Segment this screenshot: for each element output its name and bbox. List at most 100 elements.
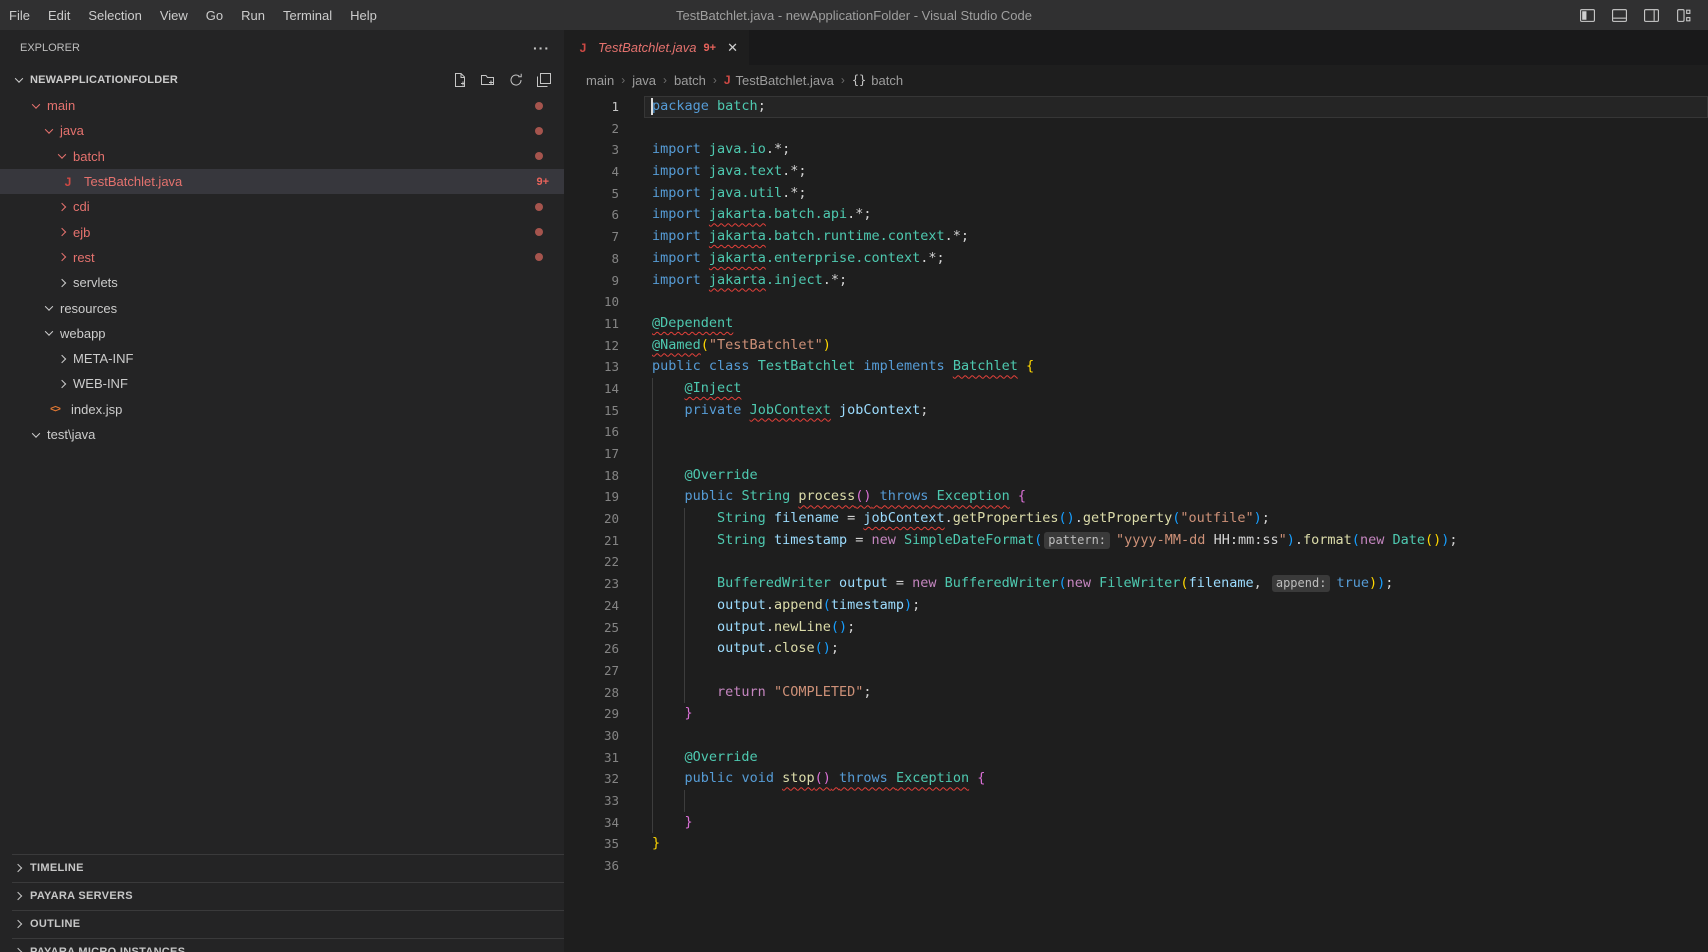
code-token: @Named bbox=[652, 337, 701, 353]
code-area[interactable]: 1package batch;23import java.io.*;4impor… bbox=[564, 95, 1708, 952]
code-token: import bbox=[652, 228, 701, 244]
code-line[interactable]: 5import java.util.*; bbox=[564, 183, 1708, 205]
code-line[interactable]: 12@Named("TestBatchlet") bbox=[564, 335, 1708, 357]
tree-item-java[interactable]: java bbox=[0, 118, 564, 143]
menu-run[interactable]: Run bbox=[232, 0, 274, 30]
code-line[interactable]: 33 bbox=[564, 790, 1708, 812]
code-line[interactable]: 6import jakarta.batch.api.*; bbox=[564, 204, 1708, 226]
code-token: . bbox=[945, 510, 953, 526]
menu-edit[interactable]: Edit bbox=[39, 0, 79, 30]
menu-file[interactable]: File bbox=[0, 0, 39, 30]
tree-item-servlets[interactable]: servlets bbox=[0, 270, 564, 295]
line-content: public void stop() throws Exception { bbox=[652, 768, 985, 790]
code-token bbox=[831, 770, 839, 786]
tree-item-testbatchlet-java[interactable]: JTestBatchlet.java9+ bbox=[0, 169, 564, 194]
code-token: filename bbox=[1189, 575, 1254, 591]
code-token: batch bbox=[717, 98, 758, 114]
toggle-primary-sidebar-icon[interactable] bbox=[1576, 4, 1598, 26]
tree-item-test-java[interactable]: test\java bbox=[0, 422, 564, 447]
code-line[interactable]: 22 bbox=[564, 551, 1708, 573]
code-line[interactable]: 31 @Override bbox=[564, 747, 1708, 769]
code-line[interactable]: 14 @Inject bbox=[564, 378, 1708, 400]
code-line[interactable]: 16 bbox=[564, 421, 1708, 443]
code-line[interactable]: 4import java.text.*; bbox=[564, 161, 1708, 183]
code-line[interactable]: 24 output.append(timestamp); bbox=[564, 595, 1708, 617]
code-line[interactable]: 2 bbox=[564, 118, 1708, 140]
code-token bbox=[1018, 358, 1026, 374]
tree-item-cdi[interactable]: cdi bbox=[0, 194, 564, 219]
customize-layout-icon[interactable] bbox=[1672, 4, 1694, 26]
tree-item-label: ejb bbox=[73, 225, 90, 240]
menu-terminal[interactable]: Terminal bbox=[274, 0, 341, 30]
code-line[interactable]: 8import jakarta.enterprise.context.*; bbox=[564, 248, 1708, 270]
code-line[interactable]: 28 return "COMPLETED"; bbox=[564, 682, 1708, 704]
tree-item-index-jsp[interactable]: <>index.jsp bbox=[0, 397, 564, 422]
code-token bbox=[652, 814, 685, 830]
section-payara-servers[interactable]: PAYARA SERVERS bbox=[0, 882, 564, 910]
code-line[interactable]: 7import jakarta.batch.runtime.context.*; bbox=[564, 226, 1708, 248]
tree-item-webapp[interactable]: webapp bbox=[0, 321, 564, 346]
breadcrumb-item-main[interactable]: main bbox=[586, 73, 614, 88]
toggle-secondary-sidebar-icon[interactable] bbox=[1640, 4, 1662, 26]
new-file-icon[interactable] bbox=[451, 71, 468, 88]
code-token bbox=[872, 488, 880, 504]
tree-item-web-inf[interactable]: WEB-INF bbox=[0, 371, 564, 396]
code-token: public bbox=[652, 358, 701, 374]
code-line[interactable]: 10 bbox=[564, 291, 1708, 313]
menu-view[interactable]: View bbox=[151, 0, 197, 30]
code-line[interactable]: 13public class TestBatchlet implements B… bbox=[564, 356, 1708, 378]
section-timeline[interactable]: TIMELINE bbox=[0, 854, 564, 882]
code-line[interactable]: 1package batch; bbox=[564, 96, 1708, 118]
menu-help[interactable]: Help bbox=[341, 0, 386, 30]
code-token: ; bbox=[1262, 510, 1270, 526]
project-root-row[interactable]: NEWAPPLICATIONFOLDER bbox=[0, 66, 564, 93]
new-folder-icon[interactable] bbox=[479, 71, 496, 88]
code-line[interactable]: 32 public void stop() throws Exception { bbox=[564, 768, 1708, 790]
tab-testbatchlet[interactable]: J TestBatchlet.java 9+ ✕ bbox=[564, 30, 749, 65]
code-line[interactable]: 9import jakarta.inject.*; bbox=[564, 270, 1708, 292]
code-line[interactable]: 27 bbox=[564, 660, 1708, 682]
tree-item-meta-inf[interactable]: META-INF bbox=[0, 346, 564, 371]
code-line[interactable]: 25 output.newLine(); bbox=[564, 617, 1708, 639]
close-icon[interactable]: ✕ bbox=[727, 40, 738, 56]
code-line[interactable]: 34 } bbox=[564, 812, 1708, 834]
menu-go[interactable]: Go bbox=[197, 0, 232, 30]
collapse-all-icon[interactable] bbox=[535, 71, 552, 88]
menu-selection[interactable]: Selection bbox=[79, 0, 150, 30]
section-payara-micro-instances[interactable]: PAYARA MICRO INSTANCES bbox=[0, 938, 564, 952]
more-actions-icon[interactable]: ··· bbox=[533, 40, 550, 56]
refresh-icon[interactable] bbox=[507, 71, 524, 88]
code-line[interactable]: 19 public String process() throws Except… bbox=[564, 486, 1708, 508]
breadcrumb-item-batch[interactable]: {}batch bbox=[852, 73, 903, 88]
line-content: import jakarta.inject.*; bbox=[652, 270, 847, 292]
breadcrumb-item-batch[interactable]: batch bbox=[674, 73, 706, 88]
code-line[interactable]: 36 bbox=[564, 855, 1708, 877]
code-line[interactable]: 17 bbox=[564, 443, 1708, 465]
tree-item-ejb[interactable]: ejb bbox=[0, 219, 564, 244]
code-token bbox=[652, 402, 685, 418]
code-line[interactable]: 11@Dependent bbox=[564, 313, 1708, 335]
section-outline[interactable]: OUTLINE bbox=[0, 910, 564, 938]
code-token: String bbox=[741, 488, 790, 504]
inlay-hint: append: bbox=[1272, 575, 1331, 592]
line-content: output.append(timestamp); bbox=[652, 595, 920, 617]
toggle-panel-icon[interactable] bbox=[1608, 4, 1630, 26]
tree-item-rest[interactable]: rest bbox=[0, 245, 564, 270]
code-line[interactable]: 3import java.io.*; bbox=[564, 139, 1708, 161]
code-line[interactable]: 29 } bbox=[564, 703, 1708, 725]
tree-item-batch[interactable]: batch bbox=[0, 144, 564, 169]
code-line[interactable]: 15 private JobContext jobContext; bbox=[564, 400, 1708, 422]
code-line[interactable]: 26 output.close(); bbox=[564, 638, 1708, 660]
tree-item-main[interactable]: main bbox=[0, 93, 564, 118]
breadcrumb-item-testbatchlet-java[interactable]: JTestBatchlet.java bbox=[724, 73, 834, 88]
code-line[interactable]: 21 String timestamp = new SimpleDateForm… bbox=[564, 530, 1708, 552]
code-line[interactable]: 20 String filename = jobContext.getPrope… bbox=[564, 508, 1708, 530]
code-line[interactable]: 18 @Override bbox=[564, 465, 1708, 487]
chevron-right-icon bbox=[14, 920, 22, 928]
code-line[interactable]: 23 BufferedWriter output = new BufferedW… bbox=[564, 573, 1708, 595]
breadcrumb-item-java[interactable]: java bbox=[632, 73, 656, 88]
code-line[interactable]: 30 bbox=[564, 725, 1708, 747]
code-token: TestBatchlet bbox=[758, 358, 856, 374]
tree-item-resources[interactable]: resources bbox=[0, 295, 564, 320]
code-line[interactable]: 35} bbox=[564, 833, 1708, 855]
